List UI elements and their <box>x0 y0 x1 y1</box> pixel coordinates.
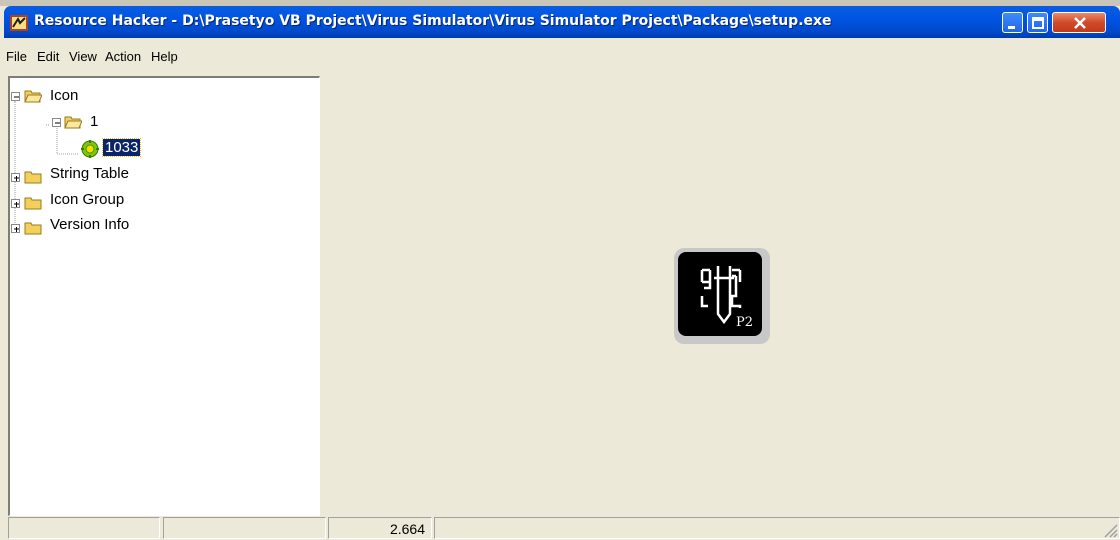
menu-file[interactable]: File <box>6 49 27 64</box>
collapse-icon-node[interactable] <box>11 92 20 101</box>
tree-node-version-info[interactable]: Version Info <box>50 216 129 233</box>
status-cell-1 <box>8 517 160 539</box>
menu-view[interactable]: View <box>69 49 97 64</box>
app-window: Resource Hacker - D:\Prasetyo VB Project… <box>0 6 1120 540</box>
expand-icon-icon-group[interactable] <box>11 199 20 208</box>
tree-node-icon[interactable]: Icon <box>50 87 78 104</box>
folder-icon <box>24 171 42 184</box>
close-button[interactable] <box>1052 12 1106 33</box>
tree-node-1033[interactable]: 1033 <box>101 138 142 157</box>
menu-help[interactable]: Help <box>151 49 178 64</box>
resource-icon-caption: P2 <box>736 315 753 330</box>
status-cell-4 <box>434 517 1120 539</box>
title-bar[interactable]: Resource Hacker - D:\Prasetyo VB Project… <box>4 6 1120 38</box>
tree-node-string-table[interactable]: String Table <box>50 165 129 182</box>
status-bar: 2.664 <box>8 516 1120 540</box>
minimize-button[interactable] <box>1002 12 1023 33</box>
menu-bar: File Edit View Action Help <box>4 40 1120 70</box>
expand-icon-version-info[interactable] <box>11 224 20 233</box>
status-cell-2 <box>163 517 326 539</box>
resource-gear-icon <box>81 140 99 158</box>
expand-icon-string-table[interactable] <box>11 173 20 182</box>
resize-grip-icon[interactable] <box>1102 522 1118 538</box>
tree-node-1[interactable]: 1 <box>90 113 98 130</box>
open-folder-icon <box>64 116 82 129</box>
folder-icon <box>24 197 42 210</box>
tree-node-icon-group[interactable]: Icon Group <box>50 191 124 208</box>
status-size-value: 2.664 <box>389 521 425 537</box>
status-cell-size: 2.664 <box>328 517 432 539</box>
window-title: Resource Hacker - D:\Prasetyo VB Project… <box>34 13 832 29</box>
menu-action[interactable]: Action <box>105 49 141 64</box>
resource-icon-p2: P2 <box>674 248 770 344</box>
resource-hacker-app-icon <box>10 15 28 31</box>
maximize-button[interactable] <box>1027 12 1048 33</box>
open-folder-icon <box>24 90 42 103</box>
resource-preview-pane: P2 <box>320 76 1120 516</box>
folder-icon <box>24 222 42 235</box>
collapse-icon-1[interactable] <box>52 118 61 127</box>
menu-edit[interactable]: Edit <box>37 49 59 64</box>
resource-tree[interactable]: Icon 1 1033 String Table Icon Group Vers… <box>8 76 320 516</box>
